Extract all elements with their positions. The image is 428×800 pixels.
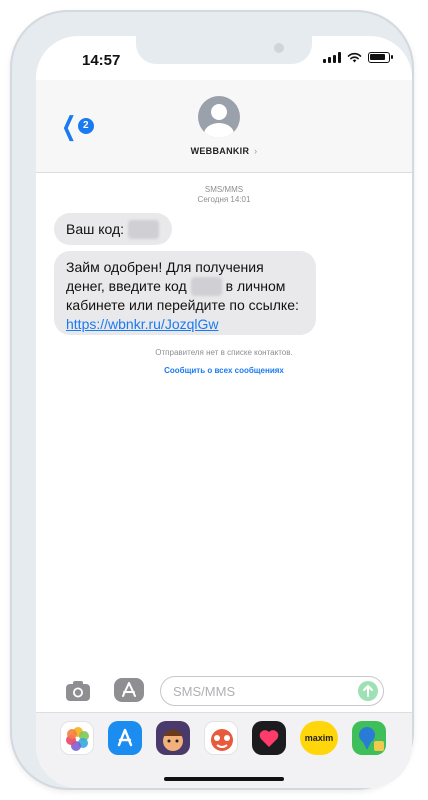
message-timestamp: Сегодня 14:01 — [197, 195, 251, 204]
maps-app-icon[interactable] — [352, 721, 386, 755]
redacted-code: 2713 — [127, 220, 160, 239]
animoji-icon[interactable] — [204, 721, 238, 755]
app-store-icon[interactable] — [108, 721, 142, 755]
message-input[interactable] — [160, 676, 384, 706]
contact-name-button[interactable]: WEBBANKIR › — [36, 146, 412, 156]
person-body-icon — [204, 123, 234, 138]
photos-flower-icon — [66, 727, 89, 751]
map-pin-icon — [359, 727, 384, 751]
camera-icon[interactable] — [64, 678, 92, 704]
chevron-right-icon: › — [254, 146, 258, 156]
maxim-logo-label: maxim — [304, 733, 334, 743]
battery-icon — [368, 52, 393, 63]
contact-avatar[interactable] — [198, 96, 240, 138]
message-area[interactable]: SMS/MMS Сегодня 14:01 Ваш код: 2713 Займ… — [36, 173, 412, 673]
send-button[interactable] — [358, 681, 378, 701]
input-bar — [36, 672, 412, 712]
phone-frame: 14:57 ❮ 2 WEBBANKIR › SMS/MMS Сегодня 14… — [10, 10, 414, 790]
digital-touch-icon[interactable] — [252, 721, 286, 755]
front-camera-icon — [274, 43, 284, 53]
message-text: Ваш код: — [66, 221, 128, 237]
app-store-a-icon — [117, 728, 133, 747]
unread-count-badge: 2 — [77, 118, 94, 134]
memoji-face-icon — [163, 729, 183, 751]
home-indicator — [164, 777, 284, 781]
animoji-face-icon — [211, 729, 233, 751]
photos-app-icon[interactable] — [60, 721, 94, 755]
back-button[interactable]: ❮ 2 — [58, 111, 94, 141]
notch — [136, 36, 312, 64]
heart-icon — [259, 730, 279, 747]
wifi-icon — [347, 52, 362, 63]
unknown-sender-notice: Отправителя нет в списке контактов. — [155, 348, 293, 357]
incoming-message-bubble[interactable]: Займ одобрен! Для получения денег, введи… — [54, 251, 316, 335]
screen: 14:57 ❮ 2 WEBBANKIR › SMS/MMS Сегодня 14… — [36, 36, 412, 788]
app-drawer: maxim — [36, 712, 412, 788]
chevron-left-icon: ❮ — [61, 111, 77, 141]
app-store-button[interactable] — [114, 678, 144, 702]
status-bar: 14:57 — [36, 36, 412, 80]
cellular-signal-icon — [323, 52, 341, 63]
redacted-code: 4534 — [190, 277, 222, 296]
incoming-message-bubble[interactable]: Ваш код: 2713 — [54, 213, 172, 245]
status-icons — [323, 52, 393, 63]
status-time: 14:57 — [82, 52, 121, 69]
arrow-up-icon — [363, 685, 373, 697]
memoji-icon[interactable] — [156, 721, 190, 755]
conversation-header: ❮ 2 WEBBANKIR › — [36, 80, 412, 173]
person-head-icon — [211, 104, 227, 120]
report-junk-link[interactable]: Сообщить о всех сообщениях — [36, 366, 412, 375]
maxim-app-icon[interactable]: maxim — [300, 721, 338, 755]
service-label: SMS/MMS — [204, 185, 244, 194]
app-store-glyph-icon — [122, 682, 136, 697]
message-link[interactable]: https://wbnkr.ru/JozqlGw — [66, 316, 219, 332]
contact-name: WEBBANKIR — [190, 146, 250, 156]
